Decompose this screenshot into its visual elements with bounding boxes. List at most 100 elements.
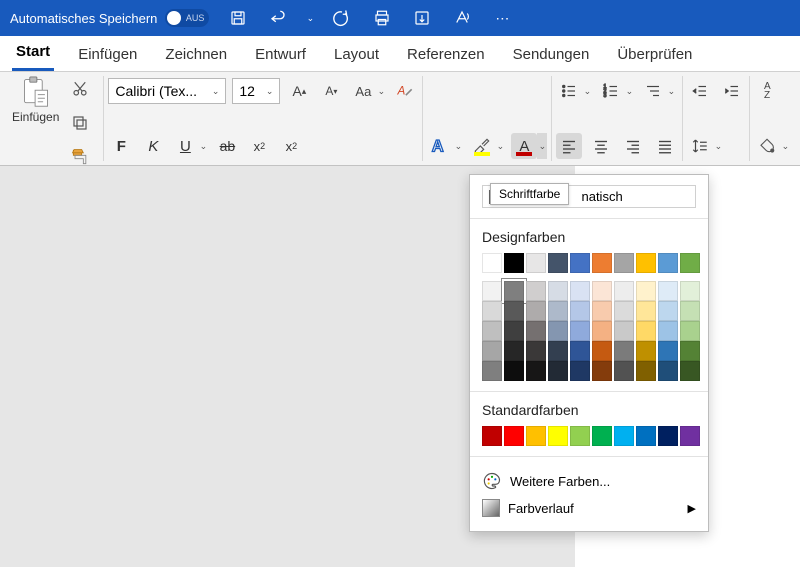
color-swatch[interactable] [504,361,524,381]
save-icon[interactable] [225,5,251,31]
color-swatch[interactable] [570,253,590,273]
color-swatch[interactable] [548,361,568,381]
font-color-dropdown[interactable]: ⌄ [537,133,547,159]
underline-button[interactable]: U [172,133,198,159]
color-swatch[interactable] [504,253,524,273]
numbering-dropdown[interactable]: ⌄ [624,78,634,104]
color-swatch[interactable] [592,321,612,341]
color-swatch[interactable] [548,253,568,273]
paste-button[interactable]: Einfügen [12,76,59,124]
tab-einfuegen[interactable]: Einfügen [74,40,141,71]
grow-font-icon[interactable]: A▴ [286,78,312,104]
align-left-icon[interactable] [556,133,582,159]
color-swatch[interactable] [658,426,678,446]
color-swatch[interactable] [658,341,678,361]
color-swatch[interactable] [614,341,634,361]
color-swatch[interactable] [592,341,612,361]
color-swatch[interactable] [592,301,612,321]
color-swatch[interactable] [658,361,678,381]
color-swatch[interactable] [592,426,612,446]
color-swatch[interactable] [526,301,546,321]
underline-dropdown[interactable]: ⌄ [198,133,208,159]
color-swatch[interactable] [680,281,700,301]
tab-entwurf[interactable]: Entwurf [251,40,310,71]
tab-sendungen[interactable]: Sendungen [509,40,594,71]
color-swatch[interactable] [680,301,700,321]
italic-button[interactable]: K [140,133,166,159]
font-name-select[interactable]: Calibri (Tex...⌄ [108,78,226,104]
copy-icon[interactable] [67,110,93,136]
color-swatch[interactable] [680,341,700,361]
toggle-switch[interactable]: AUS [165,9,209,27]
font-size-select[interactable]: 12⌄ [232,78,280,104]
line-spacing-icon[interactable] [687,133,713,159]
color-swatch[interactable] [482,341,502,361]
color-swatch[interactable] [482,301,502,321]
color-swatch[interactable] [526,361,546,381]
color-swatch[interactable] [548,321,568,341]
gradient-row[interactable]: Farbverlauf ▶ [482,495,696,521]
superscript-button[interactable]: x2 [278,133,304,159]
color-swatch[interactable] [526,281,546,301]
color-swatch[interactable] [592,281,612,301]
highlight-icon[interactable] [469,133,495,159]
color-swatch[interactable] [636,321,656,341]
color-swatch[interactable] [636,361,656,381]
color-swatch[interactable] [504,301,524,321]
color-swatch[interactable] [592,253,612,273]
color-swatch[interactable] [636,253,656,273]
color-swatch[interactable] [592,361,612,381]
font-color-button[interactable]: A [511,133,537,159]
tab-referenzen[interactable]: Referenzen [403,40,489,71]
color-swatch[interactable] [614,321,634,341]
tab-ueberpruefen[interactable]: Überprüfen [613,40,696,71]
color-swatch[interactable] [482,281,502,301]
color-swatch[interactable] [482,321,502,341]
align-justify-icon[interactable] [652,133,678,159]
color-swatch[interactable] [680,426,700,446]
align-right-icon[interactable] [620,133,646,159]
color-swatch[interactable] [680,361,700,381]
format-painter-icon[interactable] [67,144,93,170]
text-effects-dropdown[interactable]: ⌄ [453,133,463,159]
color-swatch[interactable] [614,301,634,321]
color-swatch[interactable] [526,341,546,361]
color-swatch[interactable] [504,341,524,361]
color-swatch[interactable] [636,426,656,446]
multilevel-dropdown[interactable]: ⌄ [666,78,676,104]
color-swatch[interactable] [504,321,524,341]
color-swatch[interactable] [482,253,502,273]
color-swatch[interactable] [570,341,590,361]
color-swatch[interactable] [482,426,502,446]
color-swatch[interactable] [570,426,590,446]
color-swatch[interactable] [680,253,700,273]
text-effects-icon[interactable]: A [427,133,453,159]
clear-format-icon[interactable]: A [392,78,418,104]
subscript-button[interactable]: x2 [246,133,272,159]
save-as-icon[interactable] [409,5,435,31]
line-spacing-dropdown[interactable]: ⌄ [713,133,723,159]
color-swatch[interactable] [504,281,524,301]
color-swatch[interactable] [526,426,546,446]
color-swatch[interactable] [658,321,678,341]
strike-button[interactable]: ab [214,133,240,159]
color-swatch[interactable] [658,281,678,301]
color-swatch[interactable] [636,281,656,301]
color-swatch[interactable] [526,321,546,341]
more-icon[interactable]: ⋯ [489,5,515,31]
color-swatch[interactable] [548,301,568,321]
color-swatch[interactable] [548,281,568,301]
color-swatch[interactable] [658,301,678,321]
undo-icon[interactable] [265,5,291,31]
numbering-icon[interactable]: 123 [598,78,624,104]
shading-dropdown[interactable]: ⌄ [780,133,790,159]
color-swatch[interactable] [570,361,590,381]
color-swatch[interactable] [614,361,634,381]
color-swatch[interactable] [548,426,568,446]
redo-icon[interactable] [329,5,355,31]
sort-az-icon[interactable]: AZ [754,78,780,104]
color-swatch[interactable] [570,301,590,321]
color-swatch[interactable] [570,281,590,301]
bullets-icon[interactable] [556,78,582,104]
bullets-dropdown[interactable]: ⌄ [582,78,592,104]
